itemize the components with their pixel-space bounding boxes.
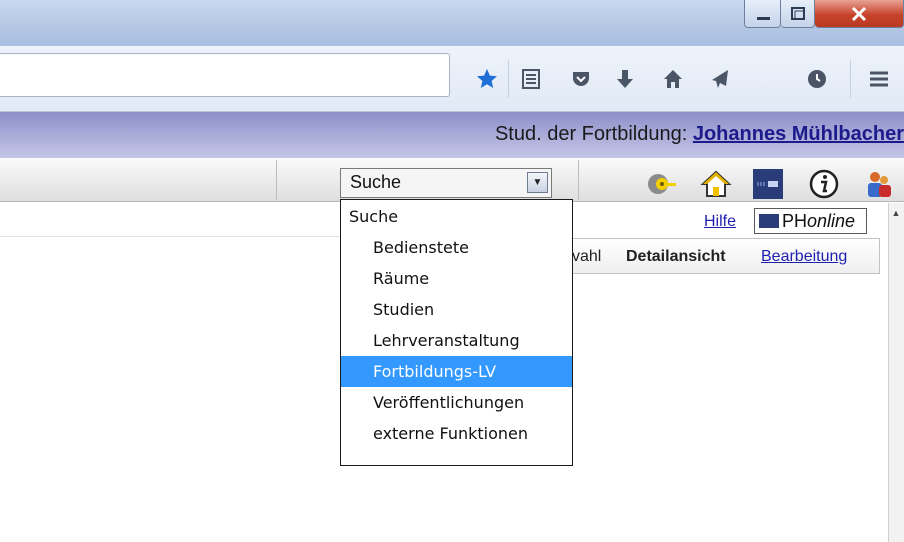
close-button[interactable] — [815, 0, 904, 28]
chevron-down-icon[interactable]: ▼ — [527, 172, 548, 193]
toolbar-separator — [850, 60, 851, 98]
url-bar[interactable] — [0, 53, 450, 97]
scroll-up-arrow-icon[interactable]: ▲ — [888, 206, 904, 220]
dropdown-option[interactable]: Lehrveranstaltung — [341, 325, 572, 356]
user-info: Stud. der Fortbildung: Johannes Mühlbach… — [495, 123, 904, 146]
close-icon — [851, 6, 867, 22]
home-icon[interactable] — [656, 62, 690, 96]
tab-bearbeitung[interactable]: Bearbeitung — [761, 248, 847, 266]
dropdown-option[interactable]: Suche — [341, 201, 572, 232]
bookmark-star-icon[interactable] — [470, 62, 504, 96]
minimize-icon — [757, 17, 770, 20]
user-name-link[interactable]: Johannes Mühlbacher — [693, 123, 904, 145]
pocket-icon[interactable] — [564, 62, 598, 96]
vertical-scrollbar[interactable] — [888, 203, 904, 542]
user-role-label: Stud. der Fortbildung: — [494, 123, 688, 145]
toolbar-divider — [578, 160, 579, 200]
dropdown-option[interactable]: Veröffentlichungen — [341, 387, 572, 418]
dropdown-option[interactable]: externe Funktionen — [341, 418, 572, 449]
ph-logo-icon — [759, 214, 779, 228]
dropdown-option[interactable]: Räume — [341, 263, 572, 294]
users-icon[interactable] — [862, 168, 894, 200]
dropdown-option[interactable]: Fortbildungs-LV — [341, 356, 572, 387]
search-select-value: Suche — [350, 172, 402, 192]
brand-online: online — [807, 210, 856, 231]
ph-logo-icon[interactable] — [752, 168, 784, 200]
minimize-button[interactable] — [744, 0, 781, 28]
key-icon[interactable] — [646, 168, 678, 200]
maximize-icon — [791, 7, 805, 20]
send-icon[interactable] — [702, 62, 736, 96]
content-divider — [0, 236, 340, 237]
maximize-button[interactable] — [781, 0, 815, 28]
phonline-brand: PHonline — [754, 208, 867, 234]
info-icon[interactable] — [808, 168, 840, 200]
toolbar-separator — [508, 60, 509, 98]
tab-detailansicht[interactable]: Detailansicht — [626, 248, 726, 266]
dropdown-option[interactable]: Bedienstete — [341, 232, 572, 263]
menu-icon[interactable] — [862, 62, 896, 96]
reading-list-icon[interactable] — [514, 62, 548, 96]
help-link[interactable]: Hilfe — [704, 213, 736, 231]
tab-auswahl[interactable]: vahl — [572, 248, 601, 266]
download-icon[interactable] — [608, 62, 642, 96]
dropdown-option[interactable]: Studien — [341, 294, 572, 325]
home-icon[interactable] — [700, 168, 732, 200]
toolbar-divider — [276, 160, 277, 200]
history-icon[interactable] — [800, 62, 834, 96]
brand-ph: PH — [782, 210, 808, 231]
